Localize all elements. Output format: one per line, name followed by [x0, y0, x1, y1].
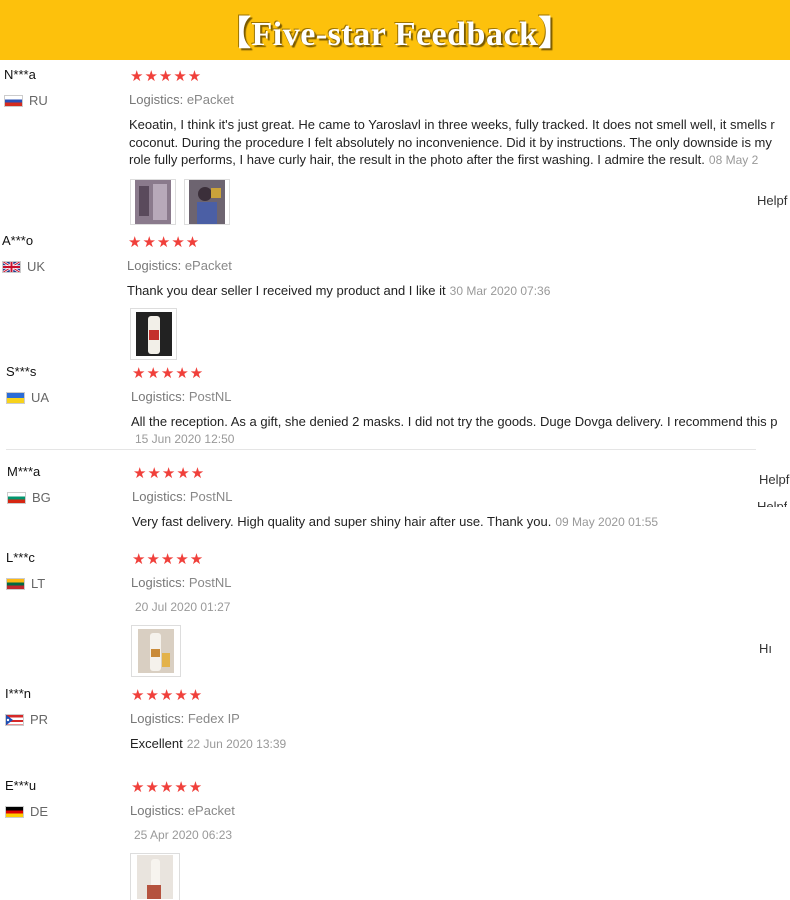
feedback-banner: 【Five-star Feedback】	[0, 0, 790, 60]
helpful-button[interactable]: Helpf	[759, 472, 789, 487]
star-rating: ★★★★★	[131, 687, 204, 704]
reviewer-country: PR	[5, 712, 48, 727]
logistics-info: Logistics: Fedex IP	[130, 711, 240, 726]
review-date: 22 Jun 2020 13:39	[186, 737, 287, 751]
logistics-label: Logistics:	[131, 575, 186, 590]
reviewer-name: E***u	[5, 778, 37, 793]
logistics-value: ePacket	[187, 803, 235, 818]
star-rating: ★★★★★	[130, 68, 203, 85]
reviewer-country: LT	[6, 576, 45, 591]
reviewer-country: BG	[7, 490, 51, 505]
flag-ua-icon	[6, 391, 25, 404]
review-text-line: Excellent	[130, 736, 183, 751]
review-photo-thumbnail[interactable]	[130, 853, 180, 900]
logistics-value: PostNL	[188, 575, 232, 590]
logistics-label: Logistics:	[130, 711, 185, 726]
reviewer-name: N***a	[4, 67, 36, 82]
flag-lt-icon	[6, 577, 25, 590]
star-rating: ★★★★★	[132, 365, 205, 382]
helpful-button[interactable]: Helpf	[757, 193, 787, 208]
country-code: RU	[29, 93, 48, 108]
country-code: PR	[30, 712, 49, 727]
helpful-button[interactable]: Hı	[759, 641, 772, 656]
photo-icon	[189, 180, 225, 224]
logistics-label: Logistics:	[129, 92, 184, 107]
review-photo-thumbnail[interactable]	[131, 625, 181, 677]
review-text: Keoatin, I think it's just great. He cam…	[129, 116, 790, 170]
country-code: BG	[32, 490, 51, 505]
review-date: 09 May 2020 01:55	[555, 515, 659, 529]
country-code: UK	[27, 259, 46, 274]
reviewer-name: S***s	[6, 364, 37, 379]
review-text-line: role fully performs, I have curly hair, …	[129, 152, 705, 167]
review-text: Thank you dear seller I received my prod…	[127, 282, 787, 301]
logistics-info: Logistics: ePacket	[127, 258, 232, 273]
flag-de-icon	[5, 805, 24, 818]
logistics-info: Logistics: PostNL	[131, 389, 231, 404]
star-rating: ★★★★★	[132, 551, 205, 568]
logistics-info: Logistics: ePacket	[129, 92, 234, 107]
country-code: UA	[31, 390, 50, 405]
reviewer-name: I***n	[5, 686, 32, 701]
logistics-label: Logistics:	[131, 389, 186, 404]
review-text-line: Very fast delivery. High quality and sup…	[132, 514, 552, 529]
logistics-value: Fedex IP	[187, 711, 240, 726]
logistics-label: Logistics:	[127, 258, 182, 273]
flag-uk-icon	[2, 260, 21, 273]
star-rating: ★★★★★	[131, 779, 204, 796]
flag-ru-icon	[4, 94, 23, 107]
review-text-line: coconut. During the procedure I felt abs…	[129, 134, 772, 150]
review-date: 30 Mar 2020 07:36	[449, 284, 551, 298]
photo-icon	[137, 855, 173, 899]
logistics-value: PostNL	[188, 389, 232, 404]
flag-pr-icon	[5, 713, 24, 726]
photo-icon	[135, 312, 172, 356]
review-photo-thumbnail[interactable]	[130, 179, 176, 225]
logistics-info: Logistics: PostNL	[131, 575, 231, 590]
logistics-label: Logistics:	[132, 489, 187, 504]
logistics-info: Logistics: ePacket	[130, 803, 235, 818]
logistics-info: Logistics: PostNL	[132, 489, 232, 504]
review-date: 25 Apr 2020 06:23	[134, 828, 233, 842]
review-text-line: Thank you dear seller I received my prod…	[127, 283, 446, 298]
review-text: Very fast delivery. High quality and sup…	[132, 513, 787, 532]
helpful-button[interactable]: Helpf	[757, 499, 787, 507]
review-photo-thumbnail[interactable]	[130, 308, 177, 360]
banner-title: 【Five-star Feedback】	[217, 15, 573, 53]
divider	[6, 449, 756, 450]
review-date: 08 May 2	[708, 153, 759, 167]
flag-bg-icon	[7, 491, 26, 504]
review-photo-thumbnail[interactable]	[184, 179, 230, 225]
review-text: All the reception. As a gift, she denied…	[131, 414, 778, 429]
reviewer-name: M***a	[7, 464, 41, 479]
review-date: 20 Jul 2020 01:27	[135, 600, 231, 614]
star-rating: ★★★★★	[133, 465, 206, 482]
review-text: Excellent 22 Jun 2020 13:39	[130, 735, 530, 754]
review-date: 15 Jun 2020 12:50	[135, 432, 235, 446]
country-code: DE	[30, 804, 49, 819]
reviewer-country: DE	[5, 804, 48, 819]
reviewer-country: UK	[2, 259, 45, 274]
review-text-line: Keoatin, I think it's just great. He cam…	[129, 117, 775, 132]
logistics-value: ePacket	[186, 92, 234, 107]
reviewer-country: UA	[6, 390, 49, 405]
country-code: LT	[31, 576, 46, 591]
reviewer-country: RU	[4, 93, 48, 108]
logistics-value: ePacket	[184, 258, 232, 273]
reviewer-name: L***c	[6, 550, 35, 565]
star-rating: ★★★★★	[128, 234, 201, 251]
photo-icon	[138, 629, 174, 673]
logistics-value: PostNL	[189, 489, 233, 504]
reviewer-name: A***o	[2, 233, 34, 248]
logistics-label: Logistics:	[130, 803, 185, 818]
photo-icon	[135, 180, 171, 224]
